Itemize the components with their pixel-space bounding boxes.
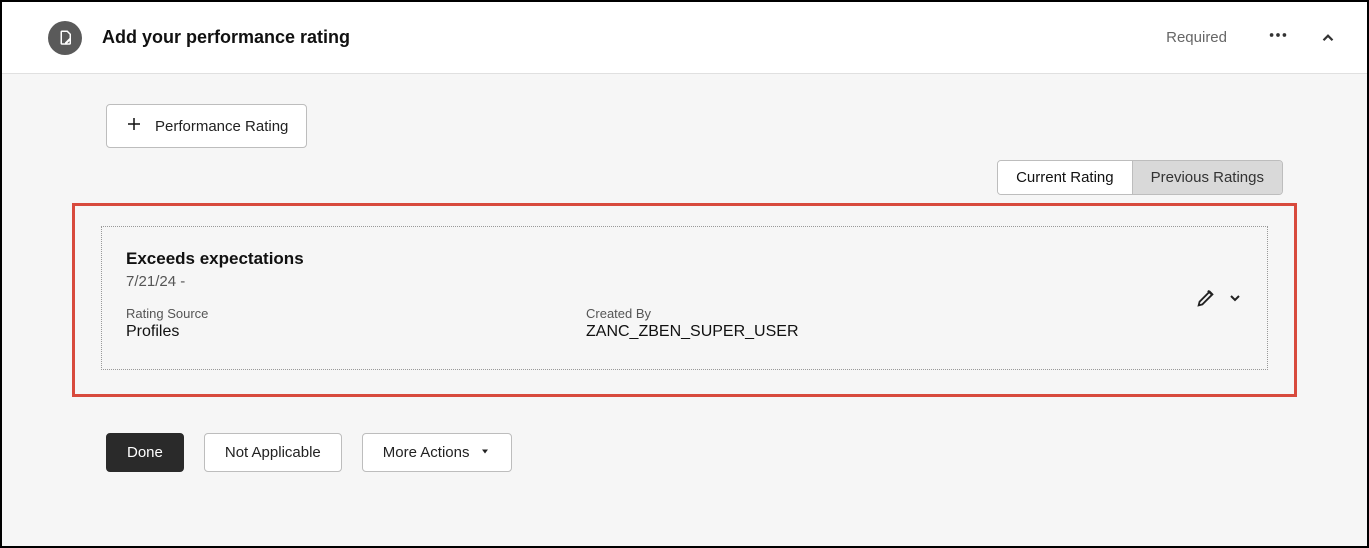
edit-rating-button[interactable]: [1195, 287, 1217, 309]
panel-header: Add your performance rating Required: [2, 2, 1367, 74]
plus-icon: [125, 115, 143, 137]
highlight-annotation: Exceeds expectations 7/21/24 - Rating So…: [72, 203, 1297, 397]
not-applicable-button[interactable]: Not Applicable: [204, 433, 342, 472]
tab-current-rating[interactable]: Current Rating: [998, 161, 1132, 194]
footer-actions: Done Not Applicable More Actions: [32, 433, 1337, 472]
done-button[interactable]: Done: [106, 433, 184, 472]
created-by-value: ZANC_ZBEN_SUPER_USER: [586, 323, 1046, 341]
rating-date-range: 7/21/24 -: [126, 273, 1243, 290]
not-applicable-label: Not Applicable: [225, 444, 321, 461]
created-by-field: Created By ZANC_ZBEN_SUPER_USER: [586, 306, 1046, 341]
more-actions-button[interactable]: More Actions: [362, 433, 513, 472]
collapse-panel-button[interactable]: [1319, 29, 1337, 47]
rating-source-field: Rating Source Profiles: [126, 306, 586, 341]
expand-rating-button[interactable]: [1227, 290, 1243, 306]
required-label: Required: [1166, 29, 1227, 46]
caret-down-icon: [479, 444, 491, 461]
doc-edit-icon: [48, 21, 82, 55]
add-performance-rating-button[interactable]: Performance Rating: [106, 104, 307, 148]
panel-title: Add your performance rating: [102, 27, 350, 48]
more-menu-button[interactable]: [1267, 24, 1289, 51]
add-button-label: Performance Rating: [155, 118, 288, 135]
panel-body: Performance Rating Current Rating Previo…: [2, 74, 1367, 546]
rating-title: Exceeds expectations: [126, 249, 1243, 269]
rating-tab-group: Current Rating Previous Ratings: [997, 160, 1283, 195]
created-by-label: Created By: [586, 306, 1046, 321]
rating-source-value: Profiles: [126, 323, 586, 341]
rating-card: Exceeds expectations 7/21/24 - Rating So…: [101, 226, 1268, 370]
done-label: Done: [127, 444, 163, 461]
tab-previous-ratings[interactable]: Previous Ratings: [1132, 161, 1282, 194]
rating-source-label: Rating Source: [126, 306, 586, 321]
more-actions-label: More Actions: [383, 444, 470, 461]
